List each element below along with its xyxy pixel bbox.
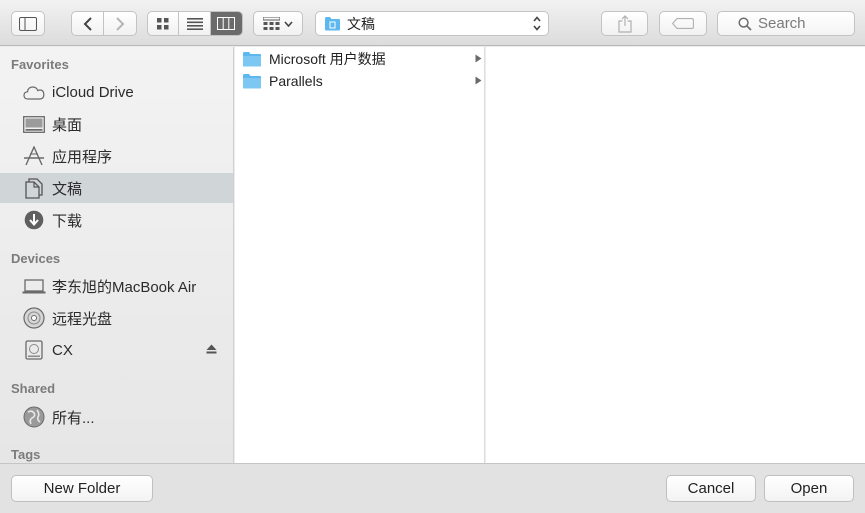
icon-view-button[interactable] <box>148 12 180 35</box>
forward-button[interactable] <box>104 12 136 35</box>
section-devices: Devices <box>11 251 61 266</box>
remote-disc-icon <box>22 307 46 329</box>
list-view-button[interactable] <box>179 12 211 35</box>
nav-back-forward <box>71 11 137 36</box>
browser-column-1: Microsoft 用户数据 Parallels <box>235 47 485 463</box>
list-icon <box>186 17 203 30</box>
sidebar: Favorites iCloud Drive 桌面 应用程序 文稿 下载 Dev… <box>0 47 234 463</box>
open-button[interactable]: Open <box>764 475 854 502</box>
search-field[interactable]: Search <box>717 11 855 36</box>
tag-button[interactable] <box>659 11 707 36</box>
columns-icon <box>217 17 236 30</box>
sidebar-item-remote-disc[interactable]: 远程光盘 <box>0 303 233 333</box>
folder-row-microsoft[interactable]: Microsoft 用户数据 <box>235 48 485 70</box>
toolbar: 文稿 Search <box>0 0 865 46</box>
folder-icon <box>243 74 261 89</box>
path-popup[interactable]: 文稿 <box>315 11 549 36</box>
network-globe-icon <box>22 406 46 428</box>
section-shared: Shared <box>11 381 56 396</box>
sidebar-item-applications[interactable]: 应用程序 <box>0 141 233 171</box>
folder-icon <box>243 52 261 67</box>
chevron-right-icon <box>116 16 125 31</box>
chevron-down-icon <box>284 20 293 27</box>
disclosure-arrow-icon <box>475 54 482 63</box>
view-mode-segment <box>147 11 243 36</box>
column-view-button[interactable] <box>210 12 242 35</box>
drive-icon <box>22 339 46 361</box>
arrange-grid-icon <box>263 17 280 30</box>
updown-chevron-icon <box>533 16 541 31</box>
back-button[interactable] <box>72 12 105 35</box>
grid-icon <box>157 17 169 29</box>
sidebar-icon <box>19 16 37 31</box>
cloud-icon <box>22 81 46 103</box>
sidebar-item-cx[interactable]: CX <box>0 335 233 365</box>
eject-icon[interactable] <box>206 344 217 354</box>
sidebar-item-icloud-drive[interactable]: iCloud Drive <box>0 77 233 107</box>
new-folder-button[interactable]: New Folder <box>11 475 153 502</box>
downloads-icon <box>22 209 46 231</box>
sidebar-item-documents[interactable]: 文稿 <box>0 173 233 203</box>
sidebar-item-all-shared[interactable]: 所有... <box>0 402 233 432</box>
share-icon <box>617 14 632 33</box>
disclosure-arrow-icon <box>475 76 482 85</box>
search-icon <box>738 16 752 31</box>
desktop-icon <box>22 113 46 135</box>
documents-folder-icon <box>325 17 340 31</box>
sidebar-item-macbook[interactable]: 李东旭的MacBook Air <box>0 271 233 301</box>
sidebar-toggle-button[interactable] <box>11 11 45 36</box>
search-placeholder: Search <box>758 15 806 32</box>
browser-column-2 <box>486 47 865 463</box>
section-favorites: Favorites <box>11 57 69 72</box>
laptop-icon <box>22 275 46 297</box>
applications-icon <box>22 145 46 167</box>
documents-icon <box>22 177 46 199</box>
folder-row-parallels[interactable]: Parallels <box>235 70 485 92</box>
cancel-button[interactable]: Cancel <box>666 475 756 502</box>
share-button[interactable] <box>601 11 648 36</box>
sidebar-item-desktop[interactable]: 桌面 <box>0 109 233 139</box>
bottom-bar: New Folder Cancel Open <box>0 463 865 513</box>
tag-icon <box>672 18 694 29</box>
path-label: 文稿 <box>347 15 375 32</box>
sidebar-item-downloads[interactable]: 下载 <box>0 205 233 235</box>
section-tags: Tags <box>11 447 41 462</box>
chevron-left-icon <box>83 16 92 31</box>
arrange-menu-button[interactable] <box>253 11 303 36</box>
